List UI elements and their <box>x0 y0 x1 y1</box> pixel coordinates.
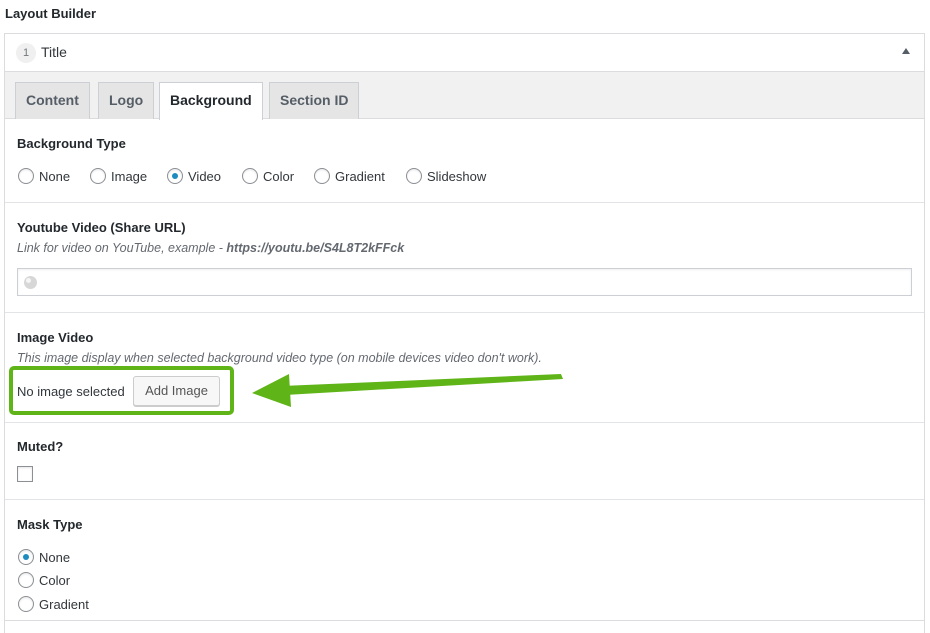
bg-type-option-video[interactable]: Video <box>167 168 221 184</box>
triangle-up-icon[interactable] <box>902 48 910 54</box>
option-label: Slideshow <box>427 168 487 184</box>
youtube-url-field: Youtube Video (Share URL) Link for video… <box>5 203 924 313</box>
mask-type-field: Mask Type None Color Gradient <box>5 500 924 620</box>
image-video-description: This image display when selected backgro… <box>17 351 542 365</box>
tab-section-id[interactable]: Section ID <box>269 82 360 119</box>
page-heading: Layout Builder <box>5 6 97 21</box>
description-text: Link for video on YouTube, example - <box>17 241 227 255</box>
highlight-annotation-box <box>9 366 234 415</box>
option-label: Gradient <box>335 168 385 184</box>
mask-type-label: Mask Type <box>17 517 83 532</box>
tab-content[interactable]: Content <box>15 82 90 119</box>
section-header[interactable]: 1 Title <box>5 34 924 72</box>
mask-option-color[interactable]: Color <box>18 572 70 588</box>
tab-bar: Content Logo Background Section ID <box>5 72 924 120</box>
radio-button[interactable] <box>406 168 422 184</box>
mask-option-gradient[interactable]: Gradient <box>18 596 89 612</box>
muted-field: Muted? <box>5 423 924 500</box>
option-label: Image <box>111 168 148 184</box>
radio-button-checked[interactable] <box>167 168 183 184</box>
youtube-url-description: Link for video on YouTube, example - htt… <box>17 241 404 255</box>
youtube-url-label: Youtube Video (Share URL) <box>17 220 186 235</box>
radio-button[interactable] <box>90 168 106 184</box>
bg-type-option-color[interactable]: Color <box>242 168 294 184</box>
mask-option-none[interactable]: None <box>18 549 70 565</box>
bg-type-option-slideshow[interactable]: Slideshow <box>406 168 486 184</box>
option-label: Gradient <box>39 596 89 612</box>
option-label: None <box>39 549 71 565</box>
option-label: Video <box>188 168 222 184</box>
example-url: https://youtu.be/S4L8T2kFFck <box>226 241 405 255</box>
radio-button-checked[interactable] <box>18 549 34 565</box>
bg-type-option-none[interactable]: None <box>18 168 70 184</box>
muted-label: Muted? <box>17 439 64 454</box>
background-type-field: Background Type None Image Video Color G… <box>5 119 924 203</box>
option-label: Color <box>263 168 295 184</box>
globe-icon <box>24 276 37 289</box>
option-label: Color <box>39 572 71 588</box>
tab-background[interactable]: Background <box>159 82 263 120</box>
radio-button[interactable] <box>18 572 34 588</box>
muted-checkbox[interactable] <box>17 466 33 482</box>
section-title: Title <box>41 44 67 60</box>
layout-section-panel: 1 Title Content Logo Background Section … <box>4 33 925 633</box>
bg-type-option-gradient[interactable]: Gradient <box>314 168 385 184</box>
radio-button[interactable] <box>18 168 34 184</box>
tab-logo[interactable]: Logo <box>98 82 155 119</box>
background-type-label: Background Type <box>17 136 126 151</box>
youtube-url-input[interactable] <box>17 268 912 296</box>
radio-button[interactable] <box>314 168 330 184</box>
radio-button[interactable] <box>18 596 34 612</box>
section-number-badge: 1 <box>16 43 36 63</box>
radio-button[interactable] <box>242 168 258 184</box>
image-video-label: Image Video <box>17 330 94 345</box>
option-label: None <box>39 168 71 184</box>
bg-type-option-image[interactable]: Image <box>90 168 147 184</box>
